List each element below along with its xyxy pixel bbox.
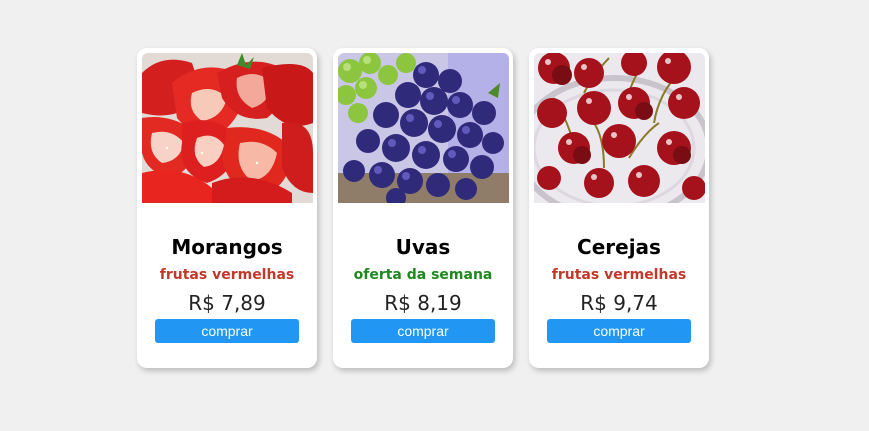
product-name: Cerejas (577, 235, 661, 259)
product-name: Uvas (395, 235, 451, 259)
product-price: R$ 8,19 (384, 291, 462, 315)
product-price: R$ 9,74 (580, 291, 658, 315)
product-name: Morangos (171, 235, 283, 259)
buy-button[interactable]: comprar (351, 319, 495, 343)
product-price: R$ 7,89 (188, 291, 266, 315)
product-tag: oferta da semana (353, 267, 493, 283)
strawberries-image (142, 53, 313, 203)
buy-button[interactable]: comprar (155, 319, 299, 343)
product-card-morangos: Morangos frutas vermelhas R$ 7,89 compra… (137, 48, 317, 368)
product-card-uvas: Uvas oferta da semana R$ 8,19 comprar (333, 48, 513, 368)
grapes-image (338, 53, 509, 203)
buy-button[interactable]: comprar (547, 319, 691, 343)
cherries-image (534, 53, 705, 203)
product-tag: frutas vermelhas (551, 267, 687, 283)
product-grid: Morangos frutas vermelhas R$ 7,89 compra… (137, 48, 709, 368)
product-tag: frutas vermelhas (159, 267, 295, 283)
product-card-cerejas: Cerejas frutas vermelhas R$ 9,74 comprar (529, 48, 709, 368)
